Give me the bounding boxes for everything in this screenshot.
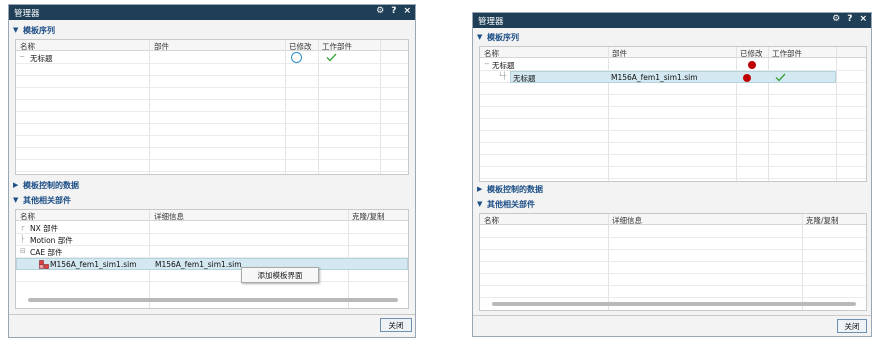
col-modified[interactable]: 已修改 bbox=[289, 41, 312, 52]
section-template-sequence[interactable]: ▼ 模板序列 bbox=[13, 24, 411, 36]
row-name: 无标题 bbox=[513, 74, 536, 83]
menu-item-label: 添加模板界面 bbox=[257, 270, 303, 280]
chevron-down-icon: ▼ bbox=[13, 26, 19, 34]
horizontal-scrollbar[interactable] bbox=[28, 298, 398, 302]
dialog-title: 管理器 bbox=[14, 9, 40, 19]
close-icon[interactable]: × bbox=[403, 6, 411, 16]
sim-file-details: M156A_fem1_sim1.sim bbox=[155, 260, 242, 269]
row-name: 无标题 bbox=[492, 61, 515, 70]
title-bar: 管理器 ⚙ ? × bbox=[473, 13, 871, 28]
col-name[interactable]: 名称 bbox=[20, 211, 35, 222]
col-work-part[interactable]: 工作部件 bbox=[772, 48, 802, 59]
table-row[interactable]: 无标题 M156A_fem1_sim1.sim bbox=[510, 71, 836, 83]
chevron-down-icon: ▼ bbox=[477, 200, 483, 208]
col-modified[interactable]: 已修改 bbox=[740, 48, 763, 59]
section-label: 模板序列 bbox=[487, 32, 519, 42]
help-icon[interactable]: ? bbox=[391, 6, 396, 16]
dialog-title: 管理器 bbox=[478, 17, 504, 27]
settings-icon[interactable]: ⚙ bbox=[832, 14, 840, 24]
col-name[interactable]: 名称 bbox=[20, 41, 35, 52]
table-header: 名称 详细信息 克隆/复制 bbox=[16, 210, 408, 221]
list-item[interactable]: ├ Motion 部件 bbox=[16, 234, 408, 245]
section-label: 其他相关部件 bbox=[23, 195, 71, 205]
item-label: NX 部件 bbox=[30, 224, 59, 233]
item-label: CAE 部件 bbox=[30, 248, 63, 257]
manager-dialog-right: 管理器 ⚙ ? × ▼ 模板序列 名称 部件 已修改 工作部件 − 无标题 无标… bbox=[472, 12, 872, 337]
section-template-sequence[interactable]: ▼ 模板序列 bbox=[477, 31, 867, 43]
row-name: 无标题 bbox=[30, 54, 53, 63]
title-bar: 管理器 ⚙ ? × bbox=[9, 5, 415, 20]
list-item[interactable]: ┌ NX 部件 bbox=[16, 222, 408, 233]
col-work-part[interactable]: 工作部件 bbox=[322, 41, 352, 52]
section-other-related-parts[interactable]: ▼ 其他相关部件 bbox=[13, 194, 411, 206]
context-menu-add-template-ui[interactable]: 添加模板界面 bbox=[241, 267, 319, 283]
table-header: 名称 部件 已修改 工作部件 bbox=[16, 40, 408, 51]
related-parts-table[interactable]: 名称 详细信息 克隆/复制 ┌ NX 部件 ├ Motion 部件 ⊟ CAE … bbox=[15, 209, 409, 309]
chevron-down-icon: ▼ bbox=[13, 196, 19, 204]
section-label: 模板控制的数据 bbox=[487, 184, 543, 194]
template-sequence-table[interactable]: 名称 部件 已修改 工作部件 − 无标题 无标题 M156A_fem1_sim1… bbox=[479, 46, 867, 182]
col-details[interactable]: 详细信息 bbox=[612, 215, 642, 226]
horizontal-scrollbar[interactable] bbox=[492, 302, 856, 306]
section-template-controlled-data[interactable]: ▶ 模板控制的数据 bbox=[13, 179, 411, 191]
chevron-right-icon: ▶ bbox=[13, 181, 19, 189]
check-icon bbox=[775, 73, 786, 82]
section-template-controlled-data[interactable]: ▶ 模板控制的数据 bbox=[477, 183, 867, 195]
modified-dot-icon bbox=[743, 74, 751, 82]
col-clone-copy[interactable]: 克隆/复制 bbox=[352, 211, 385, 222]
list-item[interactable]: ⊟ CAE 部件 bbox=[16, 246, 408, 257]
col-name[interactable]: 名称 bbox=[484, 48, 499, 59]
section-label: 模板控制的数据 bbox=[23, 180, 79, 190]
section-label: 其他相关部件 bbox=[487, 199, 535, 209]
template-sequence-table[interactable]: 名称 部件 已修改 工作部件 ─ 无标题 bbox=[15, 39, 409, 175]
section-other-related-parts[interactable]: ▼ 其他相关部件 bbox=[477, 198, 867, 210]
settings-icon[interactable]: ⚙ bbox=[376, 6, 384, 16]
manager-dialog-left: 管理器 ⚙ ? × ▼ 模板序列 名称 部件 已修改 工作部件 ─ 无标题 ▶ … bbox=[8, 4, 416, 338]
table-row[interactable]: − 无标题 bbox=[480, 59, 866, 70]
col-name[interactable]: 名称 bbox=[484, 215, 499, 226]
table-header: 名称 部件 已修改 工作部件 bbox=[480, 47, 866, 58]
chevron-down-icon: ▼ bbox=[477, 33, 483, 41]
col-part[interactable]: 部件 bbox=[154, 41, 169, 52]
col-clone-copy[interactable]: 克隆/复制 bbox=[806, 215, 839, 226]
assembly-icon bbox=[39, 260, 49, 269]
related-parts-table[interactable]: 名称 详细信息 克隆/复制 bbox=[479, 213, 867, 311]
table-row[interactable]: ─ 无标题 bbox=[16, 52, 408, 63]
section-label: 模板序列 bbox=[23, 25, 55, 35]
table-header: 名称 详细信息 克隆/复制 bbox=[480, 214, 866, 225]
col-part[interactable]: 部件 bbox=[612, 48, 627, 59]
close-icon[interactable]: × bbox=[859, 14, 867, 24]
close-button[interactable]: 关闭 bbox=[380, 318, 412, 332]
row-part: M156A_fem1_sim1.sim bbox=[611, 73, 698, 82]
chevron-right-icon: ▶ bbox=[477, 185, 483, 193]
help-icon[interactable]: ? bbox=[847, 14, 852, 24]
close-button[interactable]: 关闭 bbox=[837, 319, 867, 333]
table-row[interactable]: M156A_fem1_sim1.sim M156A_fem1_sim1.sim bbox=[16, 258, 408, 270]
modified-dot-icon bbox=[748, 61, 756, 69]
sim-file-name: M156A_fem1_sim1.sim bbox=[50, 260, 137, 269]
check-icon bbox=[326, 53, 337, 62]
circle-outline-icon bbox=[291, 52, 302, 63]
item-label: Motion 部件 bbox=[30, 236, 73, 245]
col-details[interactable]: 详细信息 bbox=[154, 211, 184, 222]
